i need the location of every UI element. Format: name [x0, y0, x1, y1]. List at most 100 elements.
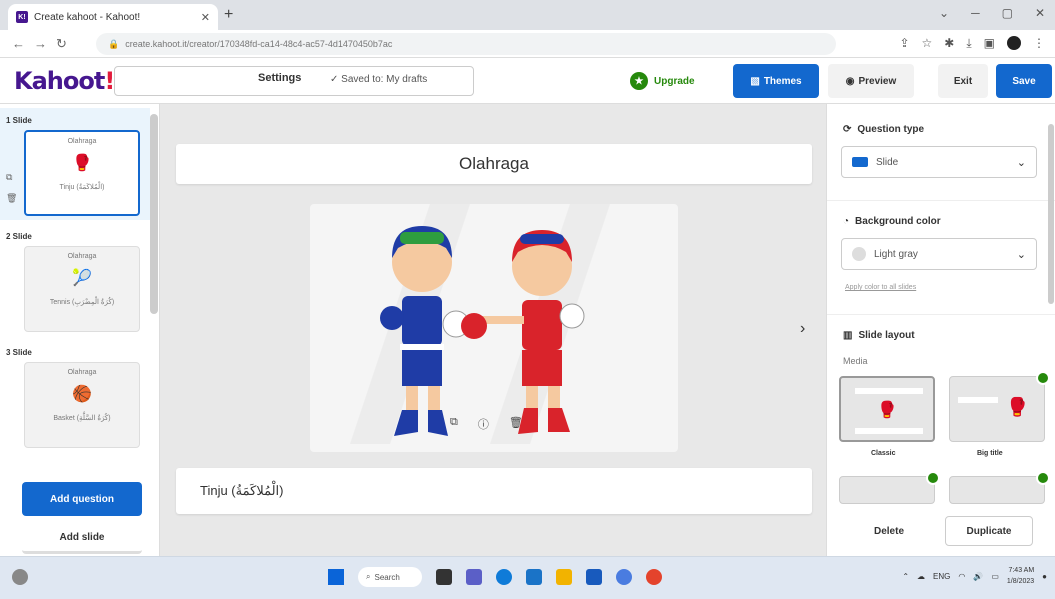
- paint-bucket-icon: ◔: [843, 216, 850, 227]
- download-icon[interactable]: ⤓: [966, 36, 971, 51]
- chevron-down-icon[interactable]: ⌄: [939, 6, 949, 20]
- battery-icon[interactable]: ▭: [991, 572, 999, 581]
- layout-icon: ▥: [843, 330, 853, 341]
- chevron-up-icon[interactable]: ⌃: [902, 572, 909, 581]
- widgets-icon[interactable]: [12, 569, 28, 585]
- browser-tab-strip: K! Create kahoot - Kahoot! ✕ + ⌄ ─ ▢ ✕: [0, 0, 1055, 30]
- slide-type-icon: [852, 157, 868, 167]
- layout-bar: [855, 428, 923, 434]
- bookmark-star-icon[interactable]: ☆: [922, 36, 933, 51]
- lock-icon: 🔒: [108, 38, 120, 49]
- back-icon[interactable]: ←: [12, 36, 25, 51]
- thumb-title: Olahraga: [67, 253, 97, 260]
- layout-option[interactable]: [949, 471, 1050, 504]
- close-window-icon[interactable]: ✕: [1035, 6, 1045, 20]
- taskbar-search[interactable]: ⌕ Search: [358, 567, 422, 587]
- slide-text-field[interactable]: Tinju (الْمُلاكَمَةُ): [176, 468, 812, 514]
- premium-badge-icon: [1036, 371, 1050, 385]
- panel-scrollbar[interactable]: [1048, 124, 1054, 304]
- teams-icon[interactable]: [466, 569, 482, 585]
- crop-icon[interactable]: ⧉: [450, 416, 458, 432]
- slide-thumbnail[interactable]: Olahraga 🥊 Tinju (الْمُلاكَمَةُ): [24, 130, 140, 216]
- sidepanel-icon[interactable]: ▣: [984, 36, 995, 51]
- trash-icon[interactable]: 🗑: [6, 193, 17, 204]
- question-type-select[interactable]: Slide ⌄: [841, 146, 1037, 178]
- cloud-icon[interactable]: ☁: [917, 572, 925, 581]
- share-icon[interactable]: ⇪: [899, 36, 909, 51]
- duplicate-button[interactable]: Duplicate: [945, 516, 1033, 546]
- chrome-icon[interactable]: [646, 569, 662, 585]
- add-question-button[interactable]: Add question: [22, 482, 142, 516]
- sidebar-scrollbar[interactable]: [150, 114, 158, 314]
- edge-icon[interactable]: [496, 569, 512, 585]
- upgrade-button[interactable]: ★ Upgrade: [630, 72, 695, 90]
- settings-button[interactable]: Settings: [250, 64, 309, 92]
- background-color-select[interactable]: Light gray ⌄: [841, 238, 1037, 270]
- minimize-icon[interactable]: ─: [971, 6, 980, 20]
- question-type-heading-text: Question type: [857, 124, 925, 135]
- apply-color-all-link[interactable]: Apply color to all slides: [845, 284, 916, 291]
- duplicate-icon[interactable]: ⧉: [6, 172, 17, 183]
- slide-list-item[interactable]: 2 Slide Olahraga 🎾 Tennis (كُرَةُ الْمِض…: [0, 224, 150, 336]
- media-label: Media: [843, 356, 868, 366]
- browser-toolbar: ← → ↻ 🔒 create.kahoot.it/creator/170348f…: [0, 30, 1055, 58]
- layout-classic-option[interactable]: 🥊: [839, 376, 935, 442]
- chevron-right-icon[interactable]: ›: [800, 320, 805, 338]
- slide-thumbnail[interactable]: Olahraga 🏀 Basket (كُرَةُ السَّلَّةِ): [24, 362, 140, 448]
- slide-thumbnail[interactable]: Olahraga 🎾 Tennis (كُرَةُ الْمِضْرَبِ): [24, 246, 140, 332]
- store-icon[interactable]: [526, 569, 542, 585]
- kahoot-logo[interactable]: Kahoot!: [14, 67, 115, 95]
- browser-extension-icons: ⇪ ☆ ✱ ⤓ ▣ ⋮: [899, 36, 1045, 51]
- info-icon[interactable]: ⓘ: [478, 416, 489, 432]
- app-icon[interactable]: [616, 569, 632, 585]
- chevron-down-icon: ⌄: [1016, 248, 1026, 261]
- save-button[interactable]: Save: [996, 64, 1052, 98]
- slide-list-item[interactable]: 1 Slide ⧉ 🗑 Olahraga 🥊 Tinju (الْمُلاكَم…: [0, 108, 150, 220]
- profile-avatar[interactable]: [1007, 36, 1021, 50]
- premium-badge-icon: [1036, 471, 1050, 485]
- slide-title-field[interactable]: Olahraga: [176, 144, 812, 184]
- address-bar[interactable]: 🔒 create.kahoot.it/creator/170348fd-ca14…: [96, 33, 836, 55]
- chevron-down-icon: ⌄: [1016, 156, 1026, 169]
- new-tab-icon[interactable]: +: [224, 6, 233, 24]
- task-view-icon[interactable]: [436, 569, 452, 585]
- layout-big-title-label: Big title: [977, 450, 1003, 457]
- maximize-icon[interactable]: ▢: [1002, 6, 1013, 20]
- thumb-caption: Tennis (كُرَةُ الْمِضْرَبِ): [49, 299, 115, 306]
- preview-button[interactable]: ◉ Preview: [828, 64, 914, 98]
- browser-tab[interactable]: K! Create kahoot - Kahoot! ✕: [8, 4, 218, 30]
- slide-list-item[interactable]: 3 Slide Olahraga 🏀 Basket (كُرَةُ السَّل…: [0, 340, 150, 452]
- delete-media-icon[interactable]: 🗑: [509, 416, 523, 432]
- delete-button[interactable]: Delete: [851, 516, 927, 546]
- save-status: ✓ Saved to: My drafts: [330, 74, 428, 85]
- palette-icon: ▧: [750, 75, 760, 87]
- layout-big-title-option[interactable]: 🥊: [949, 371, 1050, 442]
- menu-kebab-icon[interactable]: ⋮: [1033, 36, 1045, 51]
- themes-button[interactable]: ▧ Themes: [733, 64, 819, 98]
- thumb-caption: Basket (كُرَةُ السَّلَّةِ): [53, 415, 111, 422]
- exit-button[interactable]: Exit: [938, 64, 988, 98]
- background-heading-text: Background color: [855, 216, 941, 227]
- language-indicator[interactable]: ENG: [933, 572, 950, 581]
- windows-taskbar: ⌕ Search ⌃ ☁ ENG ◠ 🔊 ▭ 7:43 AM 1/8/2023 …: [0, 556, 1055, 599]
- kahoot-header: Kahoot! Settings ✓ Saved to: My drafts ★…: [0, 58, 1055, 104]
- add-slide-button[interactable]: Add slide: [22, 524, 142, 554]
- notification-icon[interactable]: ●: [1042, 572, 1047, 581]
- word-icon[interactable]: [586, 569, 602, 585]
- forward-icon[interactable]: →: [34, 36, 47, 51]
- layout-option[interactable]: [839, 471, 940, 504]
- windows-start-icon[interactable]: [328, 569, 344, 585]
- slide-media[interactable]: ⧉ ⓘ 🗑: [310, 204, 678, 452]
- slide-number: 1 Slide: [6, 116, 32, 125]
- boxing-icon: 🥊: [877, 402, 897, 419]
- reload-icon[interactable]: ↻: [56, 36, 67, 52]
- clock[interactable]: 7:43 AM 1/8/2023: [1007, 565, 1034, 587]
- volume-icon[interactable]: 🔊: [973, 572, 983, 581]
- wifi-icon[interactable]: ◠: [958, 572, 965, 581]
- preview-label: Preview: [858, 75, 897, 87]
- boxing-icon: 🥊: [72, 155, 92, 172]
- file-explorer-icon[interactable]: [556, 569, 572, 585]
- extensions-icon[interactable]: ✱: [944, 36, 954, 51]
- slide-list-sidebar: 1 Slide ⧉ 🗑 Olahraga 🥊 Tinju (الْمُلاكَم…: [0, 104, 160, 556]
- close-tab-icon[interactable]: ✕: [201, 11, 210, 24]
